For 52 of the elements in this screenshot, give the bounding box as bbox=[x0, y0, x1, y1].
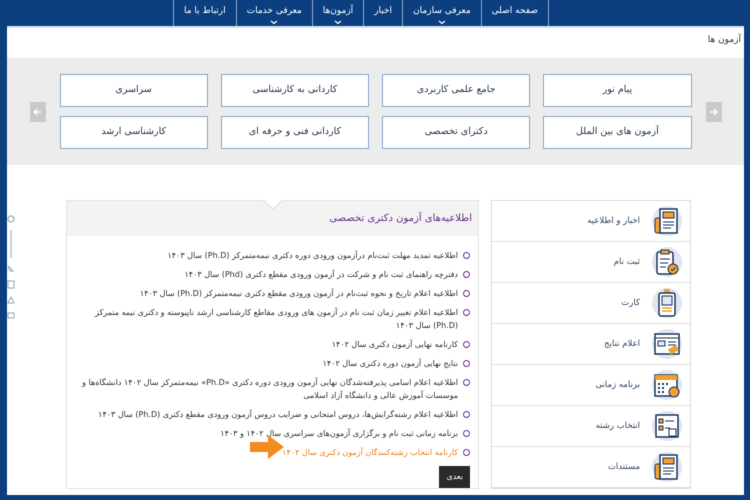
bullet-icon bbox=[463, 379, 470, 386]
bullet-icon bbox=[463, 341, 470, 348]
exam-type-button[interactable]: پیام نور bbox=[543, 74, 692, 107]
bullet-icon bbox=[463, 290, 470, 297]
announcement-link[interactable]: اطلاعیه تمدید مهلت ثبت‌نام درآزمون ورودی دوره دکتری نیمه‌متمرکز (Ph.D) سال ۱۴۰۳ bbox=[167, 249, 458, 262]
clipboard-check-icon bbox=[650, 245, 684, 279]
announcement-link[interactable]: اطلاعیه اعلام تغییر زمان ثبت نام در آزمون های ورودی مقاطع کارشناسی ارشد ناپیوسته و دکتری نیمه متمرکز (Ph.D) سال ۱۴۰۳ bbox=[75, 306, 458, 332]
announcement-link[interactable]: اطلاعیه اعلام اسامی پذیرفته‌شدگان نهایی آزمون ورودی دوره دکتری «Ph.D» نیمه‌متمرکز سال ۱۴۰۲ دانشگاه‌ها و موسسات آموزش عالی و دانشگاه آزاد اسلامی bbox=[75, 376, 458, 402]
bullet-icon bbox=[463, 430, 470, 437]
window-icon bbox=[7, 311, 15, 319]
slider-icon bbox=[7, 230, 15, 258]
nav-link[interactable]: آزمون‌ها bbox=[312, 0, 364, 26]
exam-type-button[interactable]: آزمون های بین الملل bbox=[543, 116, 692, 149]
announcement-link[interactable]: دفترچه راهنمای ثبت نام و شرکت در آزمون ورودی مقطع دکتری (Phd) سال ۱۴۰۳ bbox=[184, 268, 458, 281]
bullet-icon bbox=[463, 309, 470, 316]
exam-type-button[interactable]: کاردانی به کارشناسی bbox=[220, 74, 369, 107]
arrow-right-icon bbox=[708, 106, 719, 116]
id-badge-icon bbox=[650, 286, 684, 320]
bullet-icon bbox=[463, 271, 470, 278]
newspaper-icon bbox=[650, 204, 684, 238]
previous-arrow-button[interactable] bbox=[30, 102, 46, 122]
nav-link[interactable]: ارتباط با ما bbox=[172, 0, 236, 26]
exam-type-button[interactable]: جامع علمی کاربردی bbox=[382, 74, 530, 107]
nav-link[interactable]: معرفی خدمات bbox=[236, 0, 312, 26]
checklist-icon bbox=[650, 409, 684, 443]
announcement-link[interactable]: اطلاعیه اعلام تاریخ و نحوه ثبت‌نام در آزمون ورودی مقطع دکتری نیمه‌متمرکز (Ph.D) سال ۱۴۰۳ bbox=[140, 287, 458, 300]
newspaper-icon bbox=[650, 450, 684, 484]
bullet-icon bbox=[463, 360, 470, 367]
nav-link[interactable]: معرفی سازمان bbox=[402, 0, 481, 26]
caret-icon bbox=[270, 20, 278, 25]
nav-link[interactable]: اخبار bbox=[363, 0, 402, 26]
next-arrow-button[interactable] bbox=[706, 102, 722, 122]
exam-type-button[interactable]: دکترای تخصصی bbox=[382, 116, 530, 149]
browser-window-icon bbox=[650, 327, 684, 361]
next-button[interactable]: بعدی bbox=[439, 466, 470, 488]
panel-title: اطلاعیه‌های آزمون دکتری تخصصی bbox=[329, 211, 472, 226]
page-icon bbox=[7, 280, 15, 289]
announcement-link[interactable]: نتایج نهایی آزمون دوره دکتری سال ۱۴۰۲ bbox=[322, 357, 458, 370]
nav-link[interactable]: صفحه اصلی bbox=[480, 0, 549, 26]
caret-icon bbox=[438, 20, 446, 25]
arrow-left-icon bbox=[32, 106, 43, 116]
exam-type-button[interactable]: کاردانی فنی و حرفه ای bbox=[220, 116, 369, 149]
bullet-icon bbox=[463, 411, 470, 418]
exam-type-button[interactable]: کارشناسی ارشد bbox=[60, 116, 208, 149]
caret-icon bbox=[334, 20, 342, 25]
exam-type-button[interactable]: سراسری bbox=[60, 74, 208, 107]
calendar-clock-icon bbox=[650, 368, 684, 402]
announcement-link[interactable]: اطلاعیه اعلام رشته‌گرایش‌ها، دروس امتحانی و ضرایب دروس آزمون ورودی مقطع دکتری (Ph.D) سال ۱۴۰۳ bbox=[98, 408, 458, 421]
bullet-icon bbox=[463, 252, 470, 259]
breadcrumb: آزمون ها bbox=[708, 35, 741, 45]
bullet-icon bbox=[463, 449, 470, 456]
announcement-link[interactable]: کارنامه نهایی آزمون دکتری سال ۱۴۰۲ bbox=[332, 338, 458, 351]
